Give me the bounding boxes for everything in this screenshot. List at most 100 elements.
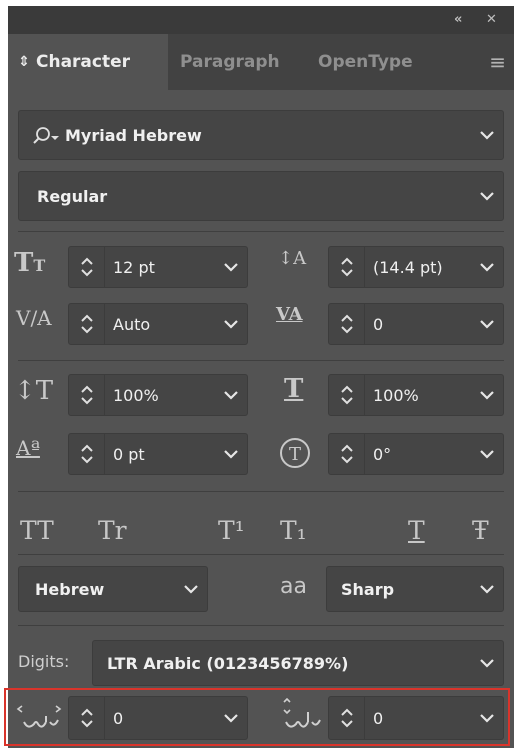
horizontal-scale-field[interactable]: 100% [328, 374, 504, 416]
rotation-field[interactable]: 0° [328, 433, 504, 475]
digits-dropdown[interactable] [471, 641, 503, 685]
font-size-stepper[interactable] [69, 247, 105, 287]
horizontal-scale-icon: T [284, 374, 304, 404]
chevron-down-icon [480, 391, 494, 400]
digits-value: LTR Arabic (0123456789%) [107, 654, 349, 673]
stepper-arrows-icon [80, 257, 93, 277]
font-family-dropdown[interactable] [471, 111, 503, 159]
separator [18, 491, 504, 492]
rotation-dropdown[interactable] [471, 434, 503, 474]
font-style-dropdown[interactable] [471, 172, 503, 220]
chevron-down-icon [224, 450, 238, 459]
small-caps-button[interactable]: Tr [98, 518, 127, 543]
stepper-arrows-icon [340, 385, 353, 405]
tab-character-label: Character [36, 52, 131, 72]
chevron-down-icon [480, 659, 494, 668]
rotation-value: 0° [373, 445, 392, 464]
anti-alias-value: Sharp [341, 580, 395, 599]
tracking-stepper[interactable] [329, 304, 365, 344]
baseline-shift-field[interactable]: 0 pt [68, 433, 248, 475]
vertical-scale-stepper[interactable] [69, 375, 105, 415]
kerning-dropdown[interactable] [215, 304, 247, 344]
font-size-dropdown[interactable] [215, 247, 247, 287]
tracking-dropdown[interactable] [471, 304, 503, 344]
chevron-down-icon [480, 192, 494, 201]
stepper-arrows-icon [340, 314, 353, 334]
leading-value: (14.4 pt) [373, 258, 443, 277]
font-size-value: 12 pt [113, 258, 155, 277]
horizontal-scale-value: 100% [373, 386, 419, 405]
highlight-box [4, 688, 510, 746]
font-style-select[interactable]: Regular [18, 171, 504, 221]
tracking-value: 0 [373, 315, 384, 334]
separator [18, 231, 504, 232]
vertical-scale-field[interactable]: 100% [68, 374, 248, 416]
rotation-stepper[interactable] [329, 434, 365, 474]
chevron-down-icon [224, 263, 238, 272]
all-caps-button[interactable]: TT [20, 518, 54, 543]
close-icon[interactable]: ✕ [486, 12, 497, 28]
font-family-value: Myriad Hebrew [65, 126, 202, 145]
stepper-arrows-icon [80, 444, 93, 464]
double-chevron-left-icon[interactable]: « [454, 12, 462, 28]
vertical-scale-value: 100% [113, 386, 159, 405]
leading-stepper[interactable] [329, 247, 365, 287]
vertical-scale-dropdown[interactable] [215, 375, 247, 415]
leading-field[interactable]: (14.4 pt) [328, 246, 504, 288]
stepper-arrows-icon [340, 444, 353, 464]
horizontal-scale-dropdown[interactable] [471, 375, 503, 415]
chevron-down-icon [480, 450, 494, 459]
language-select[interactable]: Hebrew [18, 566, 208, 612]
tracking-field[interactable]: 0 [328, 303, 504, 345]
panel-title-bar: « ✕ [8, 6, 514, 34]
language-dropdown[interactable] [175, 567, 207, 611]
horizontal-scale-stepper[interactable] [329, 375, 365, 415]
stepper-arrows-icon [80, 385, 93, 405]
kerning-stepper[interactable] [69, 304, 105, 344]
stepper-arrows-icon [340, 257, 353, 277]
chevron-down-icon [184, 585, 198, 594]
tab-opentype[interactable]: OpenType [318, 34, 433, 90]
stepper-arrows-icon [80, 314, 93, 334]
baseline-shift-icon: Aª [16, 436, 40, 460]
anti-alias-select[interactable]: Sharp [326, 566, 504, 612]
tab-character[interactable]: ⇕ Character [8, 34, 168, 90]
font-size-field[interactable]: 12 pt [68, 246, 248, 288]
hamburger-menu-icon[interactable]: ≡ [489, 52, 506, 72]
strikethrough-button[interactable]: Ŧ [472, 518, 489, 543]
digits-select[interactable]: LTR Arabic (0123456789%) [92, 640, 504, 686]
chevron-down-icon [480, 263, 494, 272]
baseline-shift-value: 0 pt [113, 445, 145, 464]
chevron-down-icon [480, 320, 494, 329]
separator [18, 360, 504, 361]
separator [18, 554, 504, 555]
chevron-down-icon [224, 391, 238, 400]
language-value: Hebrew [35, 580, 105, 599]
superscript-button[interactable]: T¹ [218, 518, 245, 543]
separator [18, 625, 504, 626]
anti-alias-icon: aa [280, 574, 307, 599]
chevron-down-icon [224, 320, 238, 329]
chevron-down-icon [480, 131, 494, 140]
tab-opentype-label: OpenType [318, 52, 413, 72]
tab-paragraph[interactable]: Paragraph [180, 34, 295, 90]
anti-alias-dropdown[interactable] [471, 567, 503, 611]
baseline-shift-stepper[interactable] [69, 434, 105, 474]
subscript-button[interactable]: T₁ [280, 518, 307, 543]
tab-bar: ⇕ Character Paragraph OpenType ≡ [8, 34, 514, 90]
svg-text:T: T [289, 444, 301, 465]
digits-label: Digits: [18, 652, 70, 671]
kerning-icon: V/A [16, 306, 52, 330]
character-rotation-icon: T [280, 438, 310, 468]
vertical-scale-icon: ↕T [14, 376, 54, 406]
kerning-value: Auto [113, 315, 151, 334]
chevron-down-icon [480, 585, 494, 594]
underline-button[interactable]: T [408, 518, 425, 543]
up-down-arrows-icon: ⇕ [18, 54, 30, 70]
font-family-select[interactable]: Myriad Hebrew [18, 110, 504, 160]
tab-paragraph-label: Paragraph [180, 52, 280, 72]
kerning-field[interactable]: Auto [68, 303, 248, 345]
font-style-value: Regular [37, 187, 108, 206]
leading-dropdown[interactable] [471, 247, 503, 287]
baseline-shift-dropdown[interactable] [215, 434, 247, 474]
